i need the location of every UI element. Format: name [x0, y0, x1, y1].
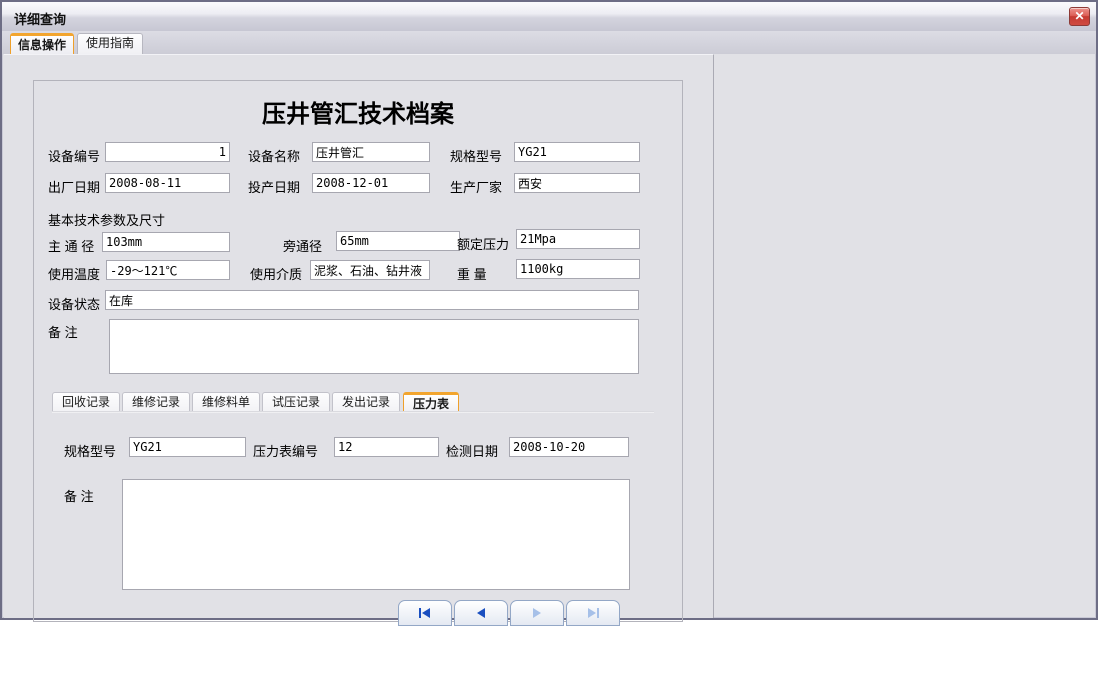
first-record-button[interactable] [398, 600, 452, 626]
close-icon: ✕ [1074, 9, 1084, 23]
spec-model-field[interactable] [514, 142, 640, 162]
remarks-label: 备 注 [48, 322, 78, 341]
weight-label: 重 量 [457, 264, 487, 283]
close-button[interactable]: ✕ [1069, 7, 1090, 26]
tab-label: 发出记录 [342, 395, 390, 409]
check-date-label: 检测日期 [446, 441, 498, 460]
first-record-icon [417, 605, 433, 622]
form-title: 压井管汇技术档案 [33, 94, 683, 129]
window-title: 详细查询 [14, 9, 66, 28]
main-bore-label: 主 通 径 [48, 236, 94, 255]
tab-pressure-gauge[interactable]: 压力表 [403, 392, 459, 412]
section-heading: 基本技术参数及尺寸 [48, 210, 165, 229]
last-record-button[interactable] [566, 600, 620, 626]
tab-info-operation[interactable]: 信息操作 [10, 33, 74, 54]
next-record-icon [529, 605, 545, 622]
last-record-icon [585, 605, 601, 622]
tab-label: 回收记录 [62, 395, 110, 409]
status-label: 设备状态 [48, 294, 100, 313]
gauge-no-label: 压力表编号 [253, 441, 318, 460]
equip-no-label: 设备编号 [48, 146, 100, 165]
tab-repair-material-list[interactable]: 维修料单 [192, 392, 260, 412]
check-date-field[interactable] [509, 437, 629, 457]
equip-name-label: 设备名称 [248, 146, 300, 165]
prod-date-label: 投产日期 [248, 177, 300, 196]
remarks-textarea[interactable] [109, 319, 639, 374]
status-field[interactable] [105, 290, 639, 310]
gauge-spec-model-field[interactable] [129, 437, 246, 457]
temp-range-field[interactable] [106, 260, 230, 280]
title-bar[interactable]: 详细查询 ✕ [2, 2, 1096, 32]
gauge-remarks-label: 备 注 [64, 486, 94, 505]
tab-issue-record[interactable]: 发出记录 [332, 392, 400, 412]
gauge-no-field[interactable] [334, 437, 439, 457]
spec-model-label: 规格型号 [450, 146, 502, 165]
next-record-button[interactable] [510, 600, 564, 626]
tab-label: 压力表 [413, 397, 449, 411]
tab-label: 维修料单 [202, 395, 250, 409]
medium-field[interactable] [310, 260, 430, 280]
mfg-date-field[interactable] [105, 173, 230, 193]
rated-pressure-label: 额定压力 [457, 234, 509, 253]
manufacturer-field[interactable] [514, 173, 640, 193]
screen: 详细查询 ✕ 信息操作 使用指南 压井管汇技术档案 设备编号 设备名称 规格型号… [0, 0, 1098, 687]
tab-repair-record[interactable]: 维修记录 [122, 392, 190, 412]
equip-no-field[interactable] [105, 142, 230, 162]
tab-label: 信息操作 [18, 38, 66, 52]
rated-pressure-field[interactable] [516, 229, 640, 249]
previous-record-button[interactable] [454, 600, 508, 626]
gauge-remarks-textarea[interactable] [122, 479, 630, 590]
gauge-spec-model-label: 规格型号 [64, 441, 116, 460]
tab-pressure-test-record[interactable]: 试压记录 [262, 392, 330, 412]
previous-record-icon [473, 605, 489, 622]
main-bore-field[interactable] [102, 232, 230, 252]
equip-name-field[interactable] [312, 142, 430, 162]
tab-label: 试压记录 [272, 395, 320, 409]
side-bore-field[interactable] [336, 231, 460, 251]
prod-date-field[interactable] [312, 173, 430, 193]
dialog-window: 详细查询 ✕ 信息操作 使用指南 压井管汇技术档案 设备编号 设备名称 规格型号… [0, 0, 1098, 620]
weight-field[interactable] [516, 259, 640, 279]
mfg-date-label: 出厂日期 [48, 177, 100, 196]
manufacturer-label: 生产厂家 [450, 177, 502, 196]
main-tab-strip: 信息操作 使用指南 [2, 31, 1096, 54]
tab-label: 维修记录 [132, 395, 180, 409]
medium-label: 使用介质 [250, 264, 302, 283]
record-tab-divider [52, 411, 654, 413]
side-bore-label: 旁通径 [283, 236, 322, 255]
tab-user-guide[interactable]: 使用指南 [77, 33, 143, 54]
tab-label: 使用指南 [86, 36, 134, 50]
tab-recovery-record[interactable]: 回收记录 [52, 392, 120, 412]
temp-range-label: 使用温度 [48, 264, 100, 283]
